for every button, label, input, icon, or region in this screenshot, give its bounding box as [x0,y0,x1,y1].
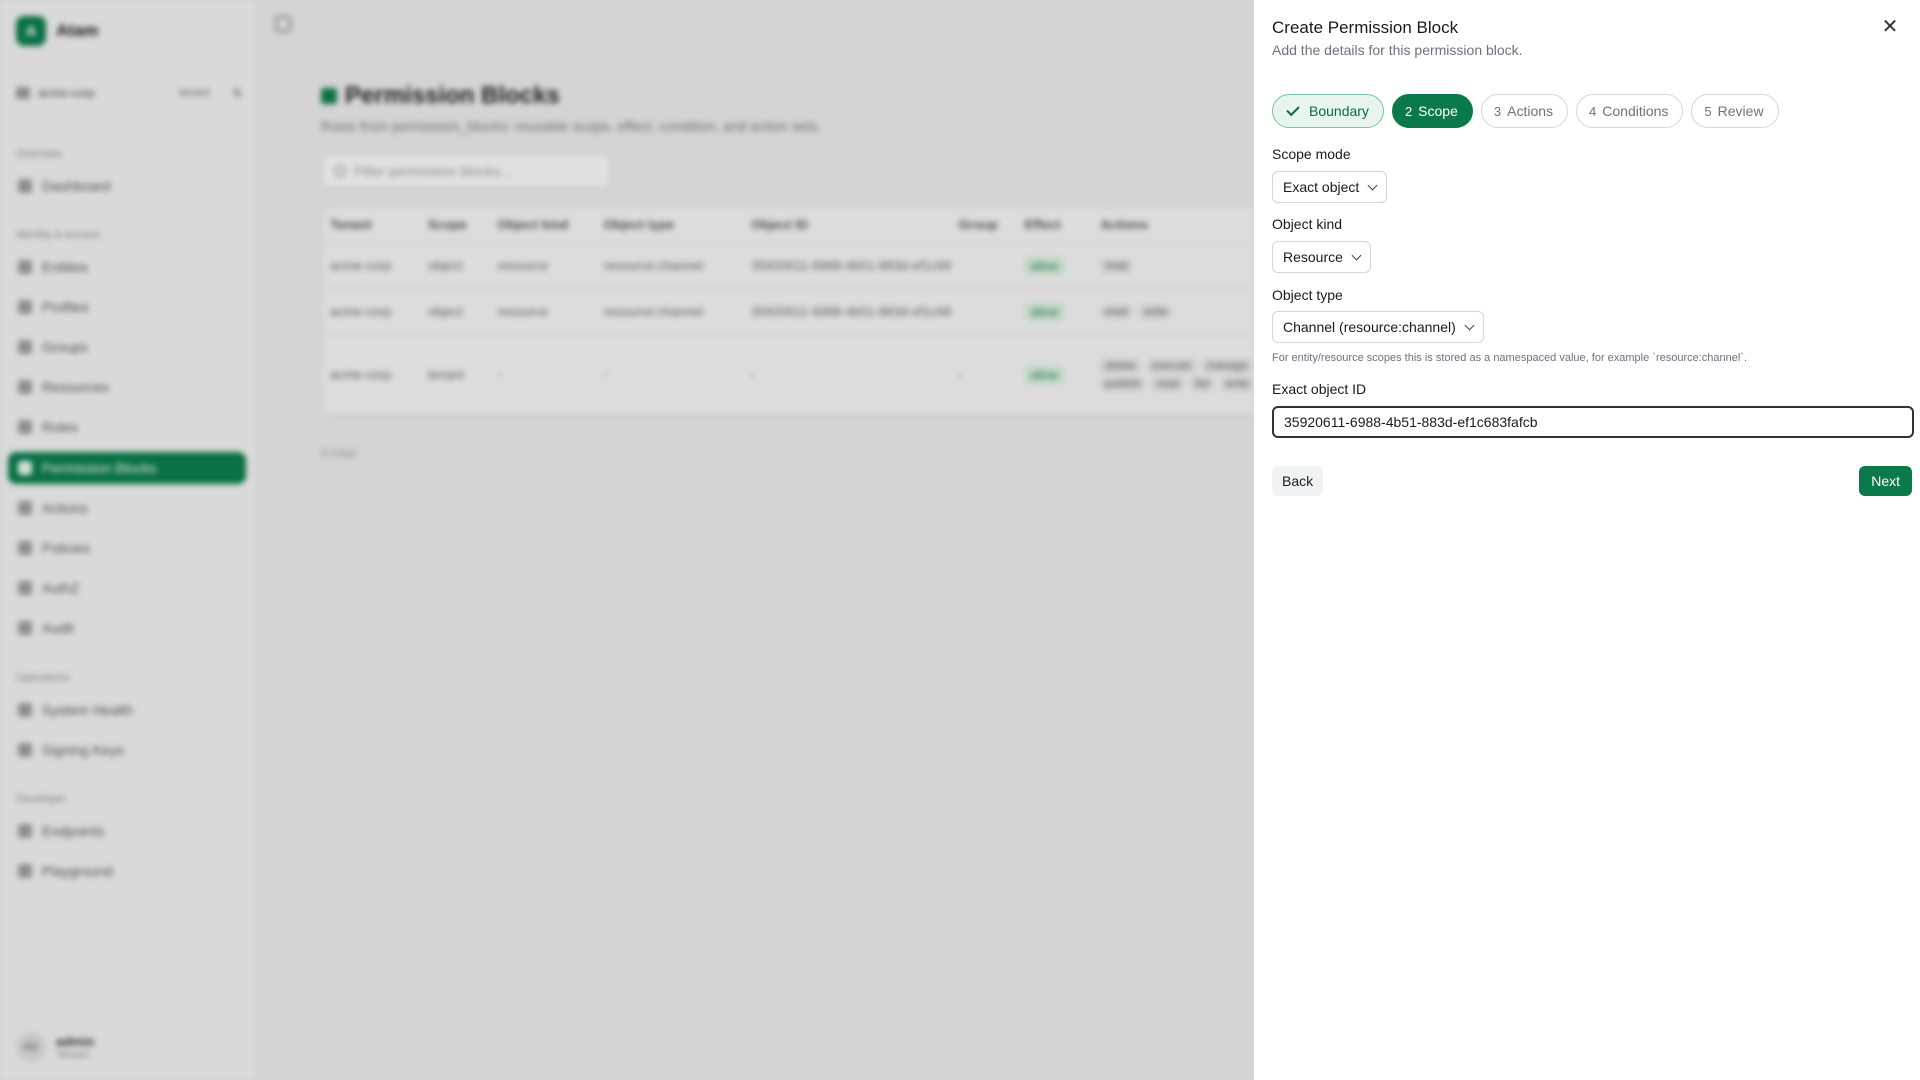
object-kind-value: Resource [1283,249,1343,265]
step-scope[interactable]: 2 Scope [1391,94,1473,128]
step-review[interactable]: 5 Review [1691,94,1779,128]
object-type-select[interactable]: Channel (resource:channel) [1272,311,1484,343]
chevron-down-icon [1351,250,1362,260]
object-type-hint: For entity/resource scopes this is store… [1272,352,1748,364]
step-number: 2 [1404,103,1413,119]
step-number: 4 [1589,103,1597,119]
back-button[interactable]: Back [1272,466,1324,496]
create-permission-block-drawer: Create Permission Block Add the details … [1253,0,1920,1080]
drawer-subtitle: Add the details for this permission bloc… [1272,42,1523,58]
step-number: 3 [1493,103,1502,119]
step-label: Scope [1418,103,1458,119]
object-kind-label: Object kind [1272,216,1343,232]
next-button[interactable]: Next [1859,466,1912,496]
object-type-label: Object type [1272,287,1343,303]
scope-mode-value: Exact object [1283,179,1360,195]
object-id-input[interactable] [1272,406,1914,438]
step-label: Review [1717,103,1764,119]
step-label: Boundary [1309,103,1369,119]
drawer-title: Create Permission Block [1272,18,1459,37]
chevron-down-icon [1464,320,1475,330]
step-boundary[interactable]: Boundary [1272,94,1384,128]
close-icon[interactable]: ✕ [1878,14,1902,38]
check-icon [1286,102,1300,117]
step-actions[interactable]: 3 Actions [1480,94,1569,128]
chevron-down-icon [1367,180,1378,190]
object-type-value: Channel (resource:channel) [1283,319,1456,335]
step-conditions[interactable]: 4 Conditions [1576,94,1684,128]
scope-mode-select[interactable]: Exact object [1272,171,1388,203]
object-id-label: Exact object ID [1272,381,1367,397]
step-number: 5 [1704,103,1712,119]
step-label: Actions [1507,103,1554,119]
object-kind-select[interactable]: Resource [1272,241,1371,273]
stepper: Boundary 2 Scope 3 Actions 4 Conditions … [1272,94,1779,128]
step-label: Conditions [1602,103,1669,119]
scope-mode-label: Scope mode [1272,146,1351,162]
